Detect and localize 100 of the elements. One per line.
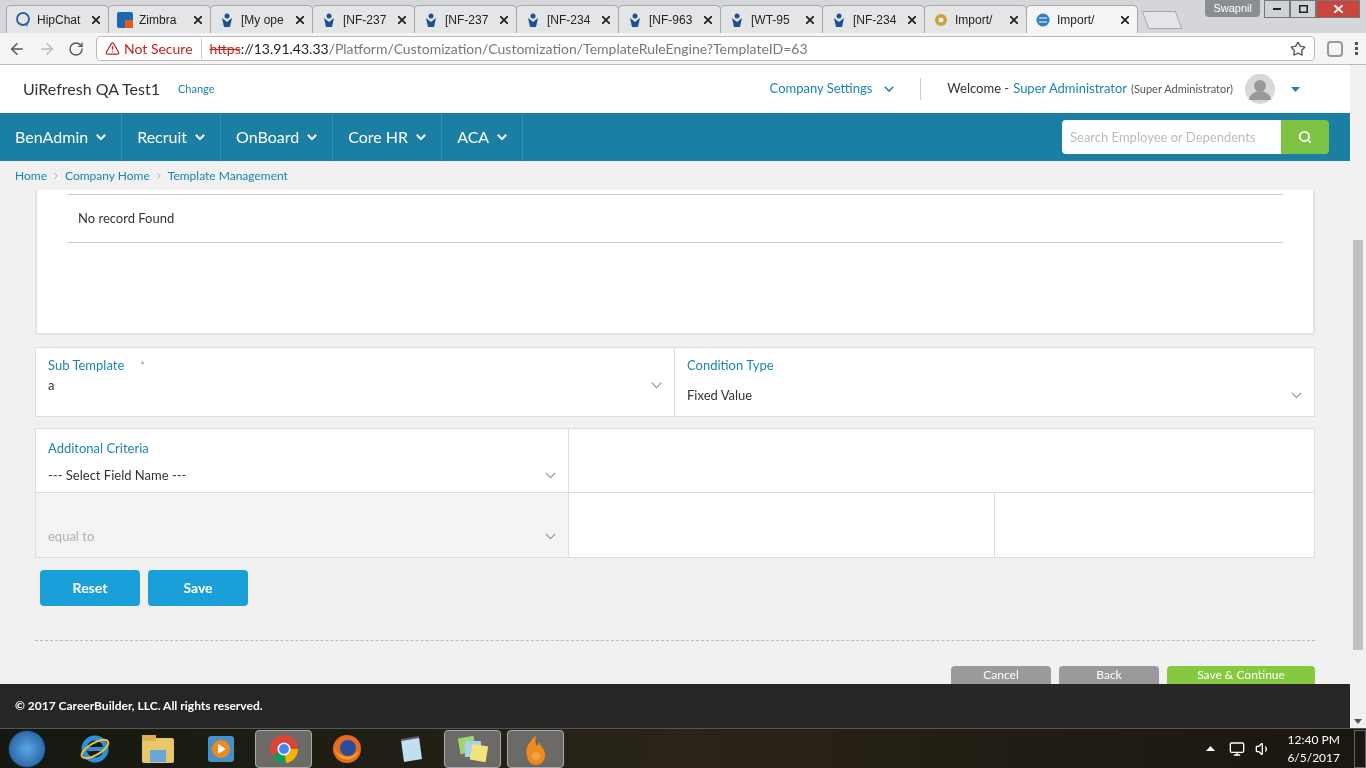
chrome-icon[interactable] bbox=[267, 732, 300, 765]
figure-icon bbox=[627, 11, 643, 28]
tab-title: HipChat bbox=[37, 11, 82, 29]
browser-tab[interactable]: [NF-963 bbox=[618, 5, 721, 33]
scroll-down-arrow-icon[interactable] bbox=[1354, 719, 1362, 724]
browser-tab[interactable]: [WT-95 bbox=[720, 5, 823, 33]
company-settings-menu[interactable]: Company Settings bbox=[769, 79, 895, 99]
taskbar-app[interactable] bbox=[444, 729, 501, 768]
breadcrumb-separator-icon bbox=[51, 170, 61, 181]
menu-icon[interactable] bbox=[1355, 42, 1358, 55]
security-label: Not Secure bbox=[124, 38, 202, 59]
tab-title: Import/ bbox=[955, 11, 994, 29]
user-role: (Super Administrator) bbox=[1131, 80, 1233, 97]
taskbar-app[interactable] bbox=[255, 729, 312, 768]
nav-menu[interactable]: ACA bbox=[442, 113, 524, 161]
browser-tab[interactable]: [NF-237 bbox=[312, 5, 415, 33]
clock-time[interactable]: 12:40 PM bbox=[1287, 730, 1340, 749]
minimize-button[interactable] bbox=[1264, 0, 1290, 18]
address-bar[interactable]: Not Secure https://13.91.43.33/Platform/Customization/Customization/TemplateRuleEngine?TemplateID=63 bbox=[96, 36, 1315, 61]
folder-icon[interactable] bbox=[140, 733, 175, 764]
figure-icon bbox=[423, 11, 439, 28]
bookmark-star-icon[interactable] bbox=[1290, 40, 1306, 57]
close-icon bbox=[1333, 5, 1343, 13]
close-icon[interactable] bbox=[704, 15, 712, 24]
browser-tab[interactable]: Import/ bbox=[1026, 5, 1138, 33]
tab-title: [NF-234 bbox=[853, 11, 898, 29]
close-icon[interactable] bbox=[908, 15, 916, 24]
chevron-down-icon bbox=[416, 134, 427, 140]
copyright-text: © 2017 CareerBuilder, LLC. All rights reserved. bbox=[15, 697, 263, 715]
chevron-down-icon bbox=[651, 381, 662, 389]
close-icon[interactable] bbox=[398, 15, 406, 24]
chevron-down-icon bbox=[307, 134, 318, 140]
breadcrumb-link[interactable]: Company Home bbox=[65, 166, 150, 185]
browser-tab[interactable]: [NF-237 bbox=[414, 5, 517, 33]
breadcrumb-link[interactable]: Template Management bbox=[167, 166, 288, 185]
play-icon[interactable] bbox=[205, 733, 236, 764]
sticky-notes-icon[interactable] bbox=[456, 734, 489, 763]
chevron-down-icon bbox=[545, 472, 556, 480]
globe-icon bbox=[1035, 11, 1051, 28]
app-icon bbox=[117, 11, 133, 28]
browser-tab[interactable]: [NF-234 bbox=[516, 5, 619, 33]
field-label: Sub Template bbox=[47, 356, 126, 375]
breadcrumb-link[interactable]: Home bbox=[15, 166, 47, 185]
change-link[interactable]: Change bbox=[178, 80, 215, 98]
avatar-icon[interactable] bbox=[1245, 74, 1275, 104]
network-icon[interactable] bbox=[1229, 740, 1246, 757]
figure-icon bbox=[219, 11, 235, 28]
tab-title: [NF-963 bbox=[649, 11, 694, 29]
nav-menu[interactable]: Recruit bbox=[122, 113, 222, 161]
tab-title: [NF-234 bbox=[547, 11, 592, 29]
warning-icon bbox=[105, 41, 120, 56]
tray-arrow-icon[interactable] bbox=[1206, 746, 1216, 751]
close-icon[interactable] bbox=[296, 15, 304, 24]
close-icon[interactable] bbox=[194, 15, 202, 24]
chevron-down-icon bbox=[545, 533, 556, 541]
dropdown-caret-icon[interactable] bbox=[1291, 86, 1300, 92]
field-label: Condition Type bbox=[686, 356, 775, 375]
close-button[interactable] bbox=[1316, 0, 1360, 18]
browser-tab[interactable]: Import/ bbox=[924, 5, 1027, 33]
reload-icon[interactable] bbox=[68, 40, 84, 57]
close-icon[interactable] bbox=[1121, 15, 1129, 24]
chevron-down-icon bbox=[96, 134, 107, 140]
nav-menu[interactable]: OnBoard bbox=[221, 113, 334, 161]
close-icon[interactable] bbox=[806, 15, 814, 24]
search-icon bbox=[1298, 130, 1312, 144]
user-name: Super Administrator bbox=[1013, 79, 1128, 99]
maximize-button[interactable] bbox=[1290, 0, 1316, 18]
close-icon[interactable] bbox=[602, 15, 610, 24]
extension-icon[interactable] bbox=[1327, 40, 1343, 57]
taskbar-app[interactable] bbox=[507, 729, 564, 768]
maximize-icon bbox=[1298, 5, 1308, 13]
browser-tab[interactable]: Zimbra bbox=[108, 5, 211, 33]
chat-bubble-icon bbox=[15, 11, 31, 28]
welcome-label: Welcome - bbox=[947, 79, 1010, 99]
gear-icon bbox=[933, 11, 949, 28]
close-icon[interactable] bbox=[1010, 15, 1018, 24]
close-icon[interactable] bbox=[500, 15, 508, 24]
search-field[interactable]: Search Employee or Dependents bbox=[1062, 120, 1281, 154]
browser-tab[interactable]: [My ope bbox=[210, 5, 313, 33]
browser-tab[interactable]: HipChat bbox=[6, 5, 109, 33]
browser-tab[interactable]: [NF-234 bbox=[822, 5, 925, 33]
nav-menu[interactable]: Core HR bbox=[333, 113, 443, 161]
company-name: UiRefresh QA Test1 bbox=[23, 78, 160, 100]
minimize-icon bbox=[1273, 8, 1281, 10]
show-desktop-button[interactable] bbox=[1354, 729, 1366, 768]
tab-title: [NF-237 bbox=[445, 11, 490, 29]
figure-icon bbox=[831, 11, 847, 28]
tab-title: Zimbra bbox=[139, 11, 178, 29]
field-label: Additonal Criteria bbox=[47, 438, 150, 458]
empty-message: No record Found bbox=[67, 195, 1283, 243]
figure-icon bbox=[525, 11, 541, 28]
nav-menu[interactable]: BenAdmin bbox=[0, 113, 123, 161]
figure-icon bbox=[729, 11, 745, 28]
clock-date[interactable]: 6/5/2017 bbox=[1287, 748, 1340, 767]
close-icon[interactable] bbox=[92, 15, 100, 24]
tab-title: [WT-95 bbox=[751, 11, 791, 29]
chevron-down-icon bbox=[1291, 392, 1302, 399]
chevron-down-icon bbox=[497, 134, 508, 140]
url-text: https://13.91.43.33/Platform/Customization/Customization/TemplateRuleEngine?TemplateID=63 bbox=[209, 39, 808, 59]
start-button[interactable] bbox=[8, 729, 46, 768]
